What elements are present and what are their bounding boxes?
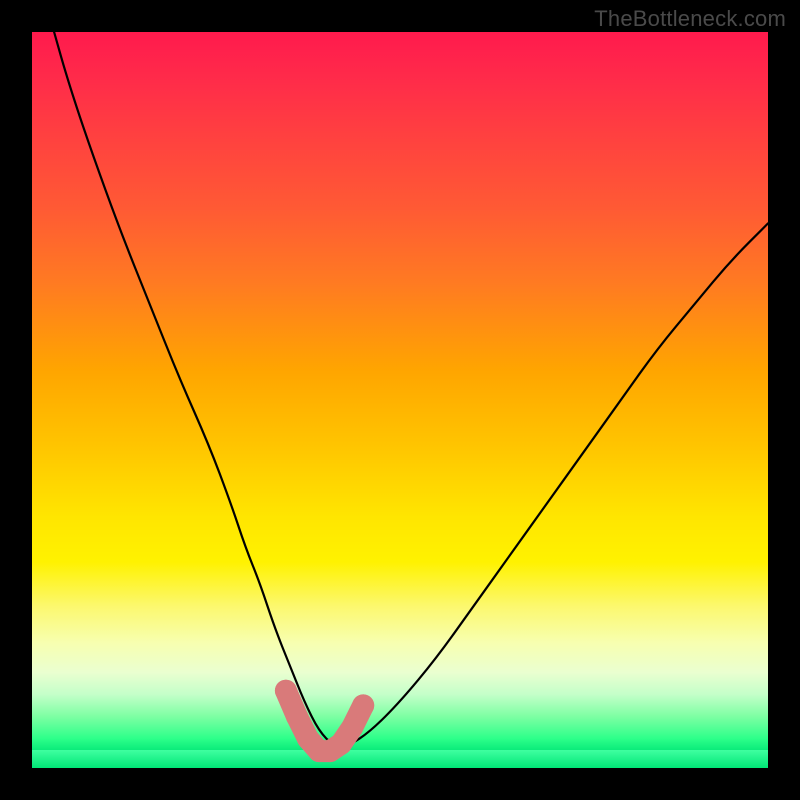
- watermark-text: TheBottleneck.com: [594, 6, 786, 32]
- chart-frame: TheBottleneck.com: [0, 0, 800, 800]
- curve-layer: [32, 32, 768, 768]
- marker-dot: [286, 706, 308, 728]
- marker-dot: [352, 694, 374, 716]
- bottleneck-curve: [54, 32, 768, 746]
- marker-dot: [275, 680, 297, 702]
- marker-dot: [341, 717, 363, 739]
- optimal-range-markers: [275, 680, 374, 762]
